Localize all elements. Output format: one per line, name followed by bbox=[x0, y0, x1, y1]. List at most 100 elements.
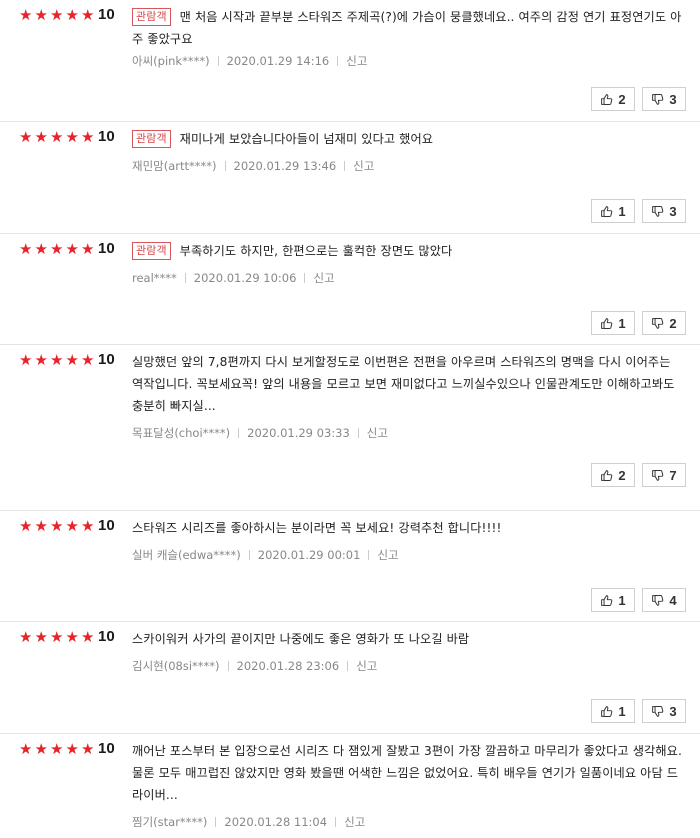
like-count: 1 bbox=[618, 703, 626, 719]
author[interactable]: 실버 캐슬(edwa****) bbox=[132, 548, 241, 562]
dislike-button[interactable]: 3 bbox=[642, 199, 686, 223]
author[interactable]: 목표달성(choi****) bbox=[132, 426, 230, 440]
review-body: 관람객 부족하기도 하지만, 한편으로는 훌컥한 장면도 많았다 bbox=[132, 240, 682, 262]
divider bbox=[347, 661, 349, 671]
date: 2020.01.29 10:06 bbox=[193, 271, 297, 285]
review-meta: 목표달성(choi****) 2020.01.29 03:33 신고 bbox=[132, 425, 388, 441]
star-icon: ★ bbox=[65, 6, 79, 24]
star-icon: ★ bbox=[19, 740, 33, 758]
star-icon: ★ bbox=[19, 240, 33, 258]
like-count: 1 bbox=[618, 592, 626, 608]
star-icon: ★ bbox=[50, 351, 64, 369]
star-rating: ★ ★ ★ ★ ★ bbox=[19, 519, 97, 535]
vote-buttons: 2 3 bbox=[584, 87, 686, 111]
dislike-button[interactable]: 3 bbox=[642, 699, 686, 723]
thumbs-down-icon bbox=[651, 93, 669, 106]
review-text: 실망했던 앞의 7,8편까지 다시 보게할정도로 이번편은 전편을 아우르며 스… bbox=[132, 355, 675, 413]
report-link[interactable]: 신고 bbox=[313, 271, 334, 285]
report-link[interactable]: 신고 bbox=[353, 159, 374, 173]
thumbs-up-icon bbox=[600, 205, 618, 218]
report-link[interactable]: 신고 bbox=[367, 426, 388, 440]
like-button[interactable]: 1 bbox=[591, 588, 635, 612]
dislike-count: 4 bbox=[669, 592, 677, 608]
author[interactable]: 아씨(pink****) bbox=[132, 54, 210, 68]
review-meta: 김시현(08si****) 2020.01.28 23:06 신고 bbox=[132, 658, 377, 674]
like-button[interactable]: 1 bbox=[591, 699, 635, 723]
viewer-badge: 관람객 bbox=[132, 242, 171, 260]
dislike-count: 3 bbox=[669, 703, 677, 719]
author[interactable]: 재민맘(artt****) bbox=[132, 159, 217, 173]
star-icon: ★ bbox=[34, 128, 48, 146]
dislike-count: 2 bbox=[669, 315, 677, 331]
star-icon: ★ bbox=[81, 517, 95, 535]
report-link[interactable]: 신고 bbox=[356, 659, 377, 673]
review-meta: 실버 캐슬(edwa****) 2020.01.29 00:01 신고 bbox=[132, 547, 399, 563]
thumbs-down-icon bbox=[651, 205, 669, 218]
star-icon: ★ bbox=[19, 351, 33, 369]
star-rating: ★ ★ ★ ★ ★ bbox=[19, 8, 97, 24]
divider bbox=[304, 273, 306, 283]
dislike-button[interactable]: 4 bbox=[642, 588, 686, 612]
star-icon: ★ bbox=[50, 128, 64, 146]
thumbs-up-icon bbox=[600, 93, 618, 106]
star-icon: ★ bbox=[65, 240, 79, 258]
dislike-button[interactable]: 7 bbox=[642, 463, 686, 487]
thumbs-down-icon bbox=[651, 469, 669, 482]
review-list: ★ ★ ★ ★ ★ 10 관람객 맨 처음 시작과 끝부분 스타워즈 주제곡(?)에 가… bbox=[0, 0, 700, 836]
star-icon: ★ bbox=[65, 128, 79, 146]
star-icon: ★ bbox=[50, 240, 64, 258]
date: 2020.01.28 11:04 bbox=[224, 815, 328, 829]
star-icon: ★ bbox=[81, 6, 95, 24]
like-count: 1 bbox=[618, 203, 626, 219]
score: 10 bbox=[98, 6, 115, 23]
author[interactable]: real**** bbox=[132, 271, 177, 285]
author[interactable]: 김시현(08si****) bbox=[132, 659, 220, 673]
score: 10 bbox=[98, 240, 115, 257]
review-item: ★ ★ ★ ★ ★ 10 실망했던 앞의 7,8편까지 다시 보게할정도로 이번편은 전… bbox=[0, 345, 700, 511]
divider bbox=[184, 273, 186, 283]
date: 2020.01.28 23:06 bbox=[236, 659, 340, 673]
thumbs-down-icon bbox=[651, 705, 669, 718]
dislike-count: 3 bbox=[669, 203, 677, 219]
like-count: 2 bbox=[618, 91, 626, 107]
report-link[interactable]: 신고 bbox=[377, 548, 398, 562]
date: 2020.01.29 14:16 bbox=[226, 54, 330, 68]
thumbs-up-icon bbox=[600, 705, 618, 718]
divider bbox=[215, 817, 217, 827]
like-button[interactable]: 2 bbox=[591, 87, 635, 111]
star-icon: ★ bbox=[81, 740, 95, 758]
divider bbox=[227, 661, 229, 671]
dislike-count: 3 bbox=[669, 91, 677, 107]
star-rating: ★ ★ ★ ★ ★ bbox=[19, 130, 97, 146]
thumbs-up-icon bbox=[600, 317, 618, 330]
divider bbox=[357, 428, 359, 438]
review-body: 관람객 맨 처음 시작과 끝부분 스타워즈 주제곡(?)에 가슴이 뭉클했네요.… bbox=[132, 6, 682, 50]
star-icon: ★ bbox=[81, 351, 95, 369]
date: 2020.01.29 13:46 bbox=[233, 159, 337, 173]
author[interactable]: 찜기(star****) bbox=[132, 815, 207, 829]
viewer-badge: 관람객 bbox=[132, 8, 171, 26]
vote-buttons: 1 3 bbox=[584, 699, 686, 723]
review-body: 스타워즈 시리즈를 좋아하시는 분이라면 꼭 보세요! 강력추천 합니다!!!! bbox=[132, 517, 682, 539]
thumbs-up-icon bbox=[600, 594, 618, 607]
report-link[interactable]: 신고 bbox=[346, 54, 367, 68]
review-meta: 재민맘(artt****) 2020.01.29 13:46 신고 bbox=[132, 158, 374, 174]
divider bbox=[335, 817, 337, 827]
date: 2020.01.29 00:01 bbox=[257, 548, 361, 562]
like-button[interactable]: 1 bbox=[591, 199, 635, 223]
review-body: 스카이워커 사가의 끝이지만 나중에도 좋은 영화가 또 나오길 바람 bbox=[132, 628, 682, 650]
report-link[interactable]: 신고 bbox=[344, 815, 365, 829]
thumbs-up-icon bbox=[600, 469, 618, 482]
star-icon: ★ bbox=[81, 240, 95, 258]
like-button[interactable]: 1 bbox=[591, 311, 635, 335]
viewer-badge: 관람객 bbox=[132, 130, 171, 148]
review-item: ★ ★ ★ ★ ★ 10 관람객 맨 처음 시작과 끝부분 스타워즈 주제곡(?)에 가… bbox=[0, 0, 700, 122]
star-rating: ★ ★ ★ ★ ★ bbox=[19, 630, 97, 646]
star-icon: ★ bbox=[65, 351, 79, 369]
dislike-button[interactable]: 3 bbox=[642, 87, 686, 111]
star-icon: ★ bbox=[34, 6, 48, 24]
dislike-button[interactable]: 2 bbox=[642, 311, 686, 335]
like-button[interactable]: 2 bbox=[591, 463, 635, 487]
divider bbox=[217, 56, 219, 66]
divider bbox=[238, 428, 240, 438]
